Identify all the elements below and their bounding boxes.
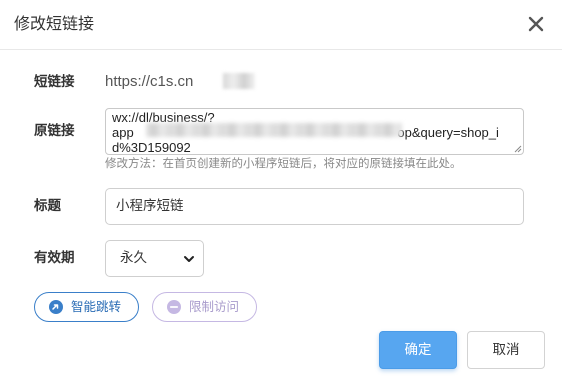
title-input[interactable]: 小程序短链 [105,188,524,225]
redacted-blur [146,123,402,137]
cancel-button[interactable]: 取消 [467,331,545,369]
smart-jump-label: 智能跳转 [71,299,122,314]
short-link-label: 短链接 [34,74,75,90]
validity-label: 有效期 [34,250,75,266]
minus-circle-icon [167,300,181,314]
title-label: 标题 [34,198,61,214]
short-link-value: https://c1s.cn [105,73,194,90]
limit-access-label: 限制访问 [189,299,240,314]
smart-jump-button[interactable]: 智能跳转 [34,292,139,322]
edit-short-link-dialog: 修改短链接 短链接 https://c1s.cn 原链接 wx://dl/bus… [0,0,562,386]
validity-select[interactable]: 永久 [105,240,204,277]
resize-handle-icon[interactable] [514,145,522,153]
dialog-header: 修改短链接 [0,0,562,50]
close-icon[interactable] [524,12,548,36]
original-link-label: 原链接 [34,123,75,139]
original-link-hint: 修改方法：在首页创建新的小程序短链后，将对应的原链接填在此处。 [105,156,462,170]
limit-access-button[interactable]: 限制访问 [152,292,257,322]
arrow-circle-icon [49,300,63,314]
redacted-blur [223,73,255,89]
dialog-title: 修改短链接 [14,14,95,33]
validity-selected-value: 永久 [120,250,147,266]
chevron-down-icon [184,256,194,262]
confirm-button[interactable]: 确定 [379,331,457,369]
